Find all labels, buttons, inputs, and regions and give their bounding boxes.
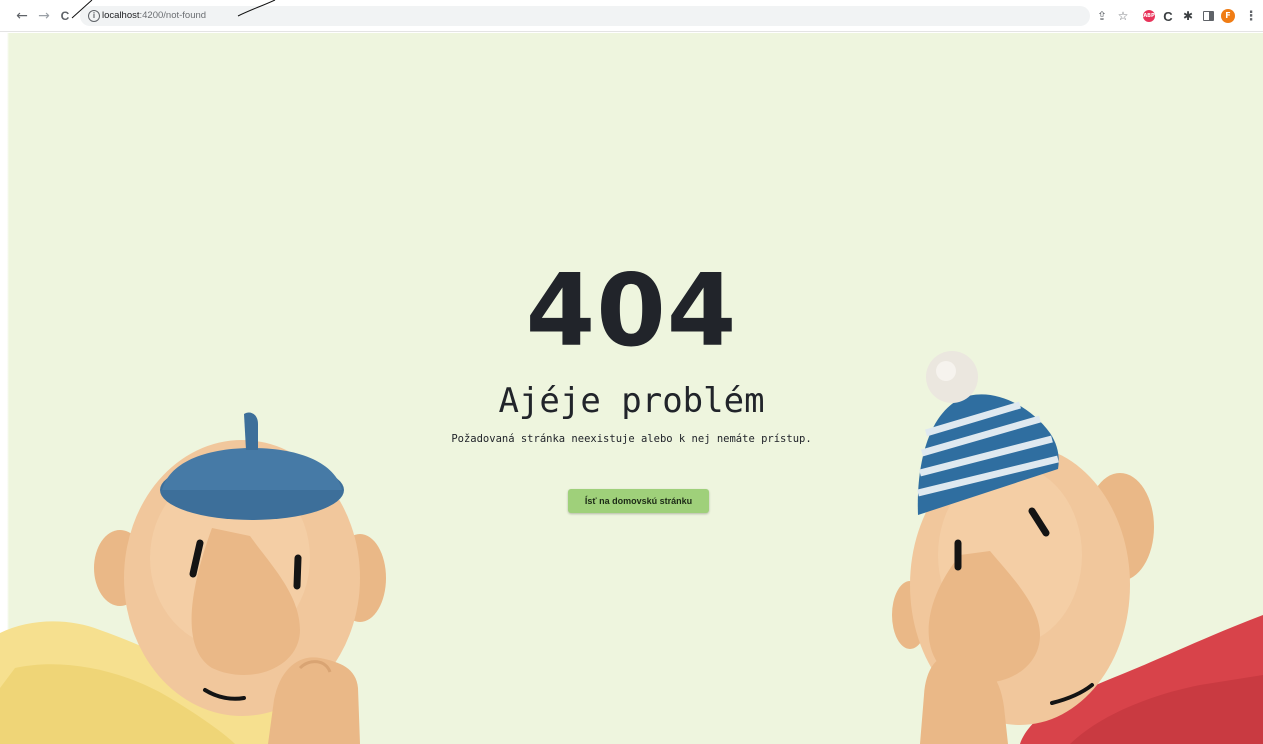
puzzle-icon: ✱ xyxy=(1182,9,1194,23)
back-button[interactable]: ← xyxy=(14,8,30,24)
share-icon: ⇪ xyxy=(1096,9,1108,23)
reload-button[interactable]: C xyxy=(57,8,73,24)
url-path: :4200/not-found xyxy=(139,10,207,21)
forward-button[interactable]: → xyxy=(36,8,52,24)
share-button[interactable]: ⇪ xyxy=(1094,8,1110,24)
right-character-illustration xyxy=(892,351,1263,744)
address-bar[interactable]: i localhost:4200/not-found xyxy=(80,6,1090,26)
extension-c-button[interactable]: C xyxy=(1160,8,1176,24)
bookmark-button[interactable]: ☆ xyxy=(1115,8,1131,24)
adblock-icon: ABP xyxy=(1143,10,1155,22)
adblock-extension-button[interactable]: ABP xyxy=(1141,8,1157,24)
page-viewport: 404 Ajéje problém Požadovaná stránka nee… xyxy=(0,33,1263,744)
c-extension-icon: C xyxy=(1163,8,1173,24)
site-info-icon[interactable]: i xyxy=(88,10,100,22)
url-text[interactable]: localhost:4200/not-found xyxy=(102,9,206,23)
bookmark-star-icon: ☆ xyxy=(1117,9,1129,23)
side-panel-icon xyxy=(1202,11,1214,21)
extensions-button[interactable]: ✱ xyxy=(1180,8,1196,24)
url-host: localhost xyxy=(102,10,140,21)
browser-menu-button[interactable]: ⋮ xyxy=(1243,8,1259,24)
go-home-button[interactable]: Ísť na domovskú stránku xyxy=(568,489,709,513)
reload-icon: C xyxy=(60,9,70,23)
profile-button[interactable]: F xyxy=(1220,8,1236,24)
left-character-illustration xyxy=(0,412,386,744)
browser-toolbar: ← → C i localhost:4200/not-found ⇪ ☆ ABP… xyxy=(0,0,1263,32)
forward-arrow-icon: → xyxy=(38,8,50,24)
back-arrow-icon: ← xyxy=(16,8,28,24)
side-panel-button[interactable] xyxy=(1200,8,1216,24)
more-vert-icon: ⋮ xyxy=(1244,8,1258,24)
avatar: F xyxy=(1221,9,1235,23)
